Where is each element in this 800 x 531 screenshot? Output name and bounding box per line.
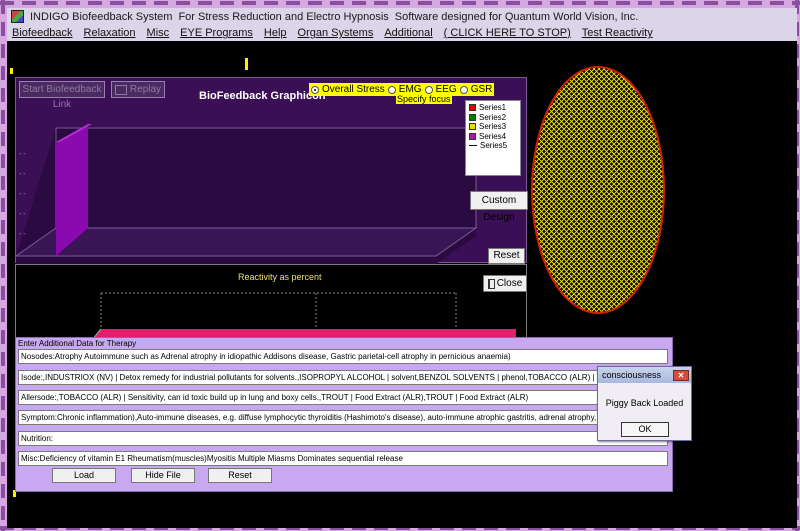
legend-series2: Series2 bbox=[469, 113, 517, 123]
app-subtitle: For Stress Reduction and Electro Hypnosi… bbox=[178, 10, 389, 23]
app-window: INDIGO Biofeedback System For Stress Red… bbox=[7, 8, 797, 528]
load-button[interactable]: Load bbox=[52, 468, 116, 483]
replay-label: Replay bbox=[129, 84, 162, 95]
legend-series3: Series3 bbox=[469, 122, 517, 132]
menu-misc[interactable]: Misc bbox=[147, 27, 170, 39]
legend-swatch bbox=[469, 104, 476, 112]
close-label: Close bbox=[496, 278, 523, 289]
chart-floor bbox=[16, 227, 478, 257]
legend-swatch bbox=[469, 113, 476, 121]
energy-ellipse bbox=[529, 64, 667, 316]
dialog-title: consciousness bbox=[602, 370, 662, 380]
menu-test-reactivity[interactable]: Test Reactivity bbox=[582, 27, 653, 39]
menu-eye-programs[interactable]: EYE Programs bbox=[180, 27, 253, 39]
reactivity-panel: Reactivity as percent Close bbox=[15, 264, 527, 340]
svg-text:- -: - - bbox=[19, 171, 26, 178]
specify-focus-label: Specify focus bbox=[396, 94, 452, 104]
menu-bar: Biofeedback Relaxation Misc EYE Programs… bbox=[7, 25, 797, 41]
legend-label: Series1 bbox=[479, 103, 507, 113]
legend-series1: Series1 bbox=[469, 103, 517, 113]
radio-overall-stress[interactable] bbox=[311, 85, 319, 94]
svg-text:- -: - - bbox=[19, 231, 26, 238]
start-biofeedback-link-button[interactable]: Start Biofeedback Link bbox=[19, 81, 105, 110]
menu-help[interactable]: Help bbox=[264, 27, 287, 39]
svg-text:- -: - - bbox=[19, 211, 26, 218]
nosodes-field[interactable]: Nosodes:Atrophy Autoimmune such as Adren… bbox=[18, 349, 668, 364]
nutrition-field[interactable]: Nutrition: bbox=[18, 431, 668, 446]
legend-series5: Series5 bbox=[469, 141, 517, 151]
bar-chart-3d: - - - - - - - - - - bbox=[16, 124, 478, 264]
graph-reset-button[interactable]: Reset bbox=[488, 248, 525, 264]
frame-top bbox=[0, 1, 800, 5]
symptom-field[interactable]: Symptom:Chronic inflammation),Auto-immun… bbox=[18, 410, 668, 425]
replay-button[interactable]: Replay bbox=[111, 81, 165, 98]
radio-overall-stress-label: Overall Stress bbox=[322, 84, 385, 95]
app-logo-icon bbox=[11, 10, 24, 23]
chart-legend: Series1 Series2 Series3 Series4 Series5 bbox=[465, 100, 521, 176]
legend-series4: Series4 bbox=[469, 132, 517, 142]
title-bar: INDIGO Biofeedback System For Stress Red… bbox=[7, 8, 797, 25]
dialog-titlebar: consciousness ✕ bbox=[598, 367, 691, 383]
radio-gsr[interactable] bbox=[459, 85, 468, 94]
custom-design-button[interactable]: Custom Design bbox=[470, 191, 528, 223]
menu-biofeedback[interactable]: Biofeedback bbox=[12, 27, 73, 39]
isode-field[interactable]: Isode:,INDUSTRIOX (NV) | Detox remedy fo… bbox=[18, 370, 668, 385]
menu-relaxation[interactable]: Relaxation bbox=[84, 27, 136, 39]
dialog-message: Piggy Back Loaded bbox=[605, 398, 684, 408]
radio-eeg[interactable] bbox=[424, 85, 433, 94]
marker-left bbox=[10, 68, 13, 74]
hide-file-button[interactable]: Hide File bbox=[131, 468, 195, 483]
marker-top bbox=[245, 58, 248, 70]
legend-label: Series3 bbox=[479, 122, 507, 132]
radio-emg[interactable] bbox=[387, 85, 396, 94]
allersode-field[interactable]: Allersode:,TOBACCO (ALR) | Sensitivity, … bbox=[18, 390, 668, 405]
svg-text:- -: - - bbox=[19, 191, 26, 198]
close-button[interactable]: Close bbox=[483, 275, 526, 292]
graph-title: BioFeedback Graphicon bbox=[199, 90, 326, 102]
dialog-close-icon[interactable]: ✕ bbox=[673, 369, 689, 381]
app-designer: Software designed for Quantum World Visi… bbox=[394, 10, 639, 23]
hatched-ellipse bbox=[531, 66, 665, 314]
replay-icon bbox=[114, 84, 127, 95]
therapy-panel: Enter Additional Data for Therapy Nosode… bbox=[15, 337, 673, 492]
biofeedback-graph-panel: - -- - - -- -- - Start Biofeedback Link … bbox=[15, 77, 528, 264]
app-title: INDIGO Biofeedback System bbox=[30, 10, 173, 23]
menu-additional[interactable]: Additional bbox=[384, 27, 432, 39]
therapy-reset-button[interactable]: Reset bbox=[208, 468, 272, 483]
menu-organ-systems[interactable]: Organ Systems bbox=[298, 27, 374, 39]
legend-swatch bbox=[469, 132, 476, 140]
misc-field[interactable]: Misc:Deficiency of vitamin E1 Rheumatism… bbox=[18, 451, 668, 466]
legend-label: Series5 bbox=[480, 141, 508, 151]
radio-gsr-label: GSR bbox=[470, 84, 493, 95]
reactivity-title: Reactivity as percent bbox=[238, 272, 322, 282]
legend-label: Series4 bbox=[479, 131, 507, 141]
legend-line bbox=[469, 145, 477, 147]
consciousness-dialog: consciousness ✕ Piggy Back Loaded OK bbox=[597, 366, 692, 441]
legend-label: Series2 bbox=[479, 112, 507, 122]
therapy-header: Enter Additional Data for Therapy bbox=[18, 339, 137, 348]
menu-click-to-stop[interactable]: ( CLICK HERE TO STOP) bbox=[444, 27, 571, 39]
door-icon bbox=[487, 278, 495, 289]
y-axis-ticks: - - - - - - - - - - bbox=[19, 151, 26, 238]
ok-button[interactable]: OK bbox=[621, 422, 669, 437]
frame-left bbox=[1, 0, 5, 531]
svg-text:- -: - - bbox=[19, 151, 26, 158]
legend-swatch bbox=[469, 123, 476, 131]
